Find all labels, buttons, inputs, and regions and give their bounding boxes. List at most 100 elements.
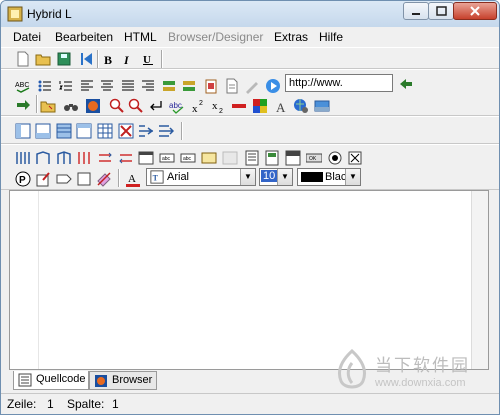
- font-color-select[interactable]: Black ▼: [297, 168, 361, 186]
- form-icon-2[interactable]: [35, 150, 51, 166]
- font-icon[interactable]: A: [273, 98, 289, 114]
- ok-button-icon[interactable]: OK: [306, 150, 322, 166]
- outdent-icon[interactable]: [181, 78, 197, 94]
- navigate-back-arrow-icon[interactable]: [398, 76, 414, 92]
- blank-field-icon[interactable]: [222, 150, 238, 166]
- menu-datei[interactable]: Datei: [13, 30, 41, 44]
- frame-bottom-icon[interactable]: [35, 123, 51, 139]
- pencil-icon[interactable]: [244, 78, 260, 94]
- font-color-icon[interactable]: A: [125, 171, 141, 187]
- delete-frame-icon[interactable]: [118, 123, 134, 139]
- menu-hilfe[interactable]: Hilfe: [319, 30, 343, 44]
- superscript-icon[interactable]: x2: [190, 98, 206, 114]
- horizontal-rule-icon[interactable]: [231, 98, 247, 114]
- menu-bearbeiten[interactable]: Bearbeiten: [55, 30, 113, 44]
- indent-icon[interactable]: [161, 78, 177, 94]
- svg-text:abc: abc: [183, 156, 192, 162]
- radio-button-icon[interactable]: [327, 150, 343, 166]
- insert-folder-icon[interactable]: [40, 98, 56, 114]
- textarea-icon[interactable]: [138, 150, 154, 166]
- tab-browser-label: Browser: [112, 374, 153, 386]
- paste-icon[interactable]: [203, 78, 219, 94]
- numbered-list-icon[interactable]: [58, 78, 74, 94]
- list-box-icon[interactable]: [244, 150, 260, 166]
- image-icon[interactable]: [314, 98, 330, 114]
- empty-box-icon[interactable]: [76, 171, 92, 187]
- abc-check-icon[interactable]: abc: [169, 98, 185, 114]
- frame-left-icon[interactable]: [15, 123, 31, 139]
- chevron-down-icon[interactable]: ▼: [240, 169, 255, 185]
- font-size-select[interactable]: 10 ▼: [259, 168, 293, 186]
- toolbar-file: B I U: [1, 47, 499, 69]
- color-palette-icon[interactable]: [252, 98, 268, 114]
- menu-html[interactable]: HTML: [124, 30, 157, 44]
- bold-icon[interactable]: B: [101, 51, 117, 67]
- subscript-icon[interactable]: x2: [210, 98, 226, 114]
- close-document-icon[interactable]: [78, 51, 94, 67]
- tab-quellcode[interactable]: Quellcode: [13, 371, 89, 390]
- tag-icon[interactable]: [56, 171, 72, 187]
- source-editor[interactable]: [9, 190, 489, 370]
- svg-text:x: x: [192, 103, 198, 114]
- maximize-button[interactable]: [428, 2, 454, 20]
- vertical-scrollbar[interactable]: [471, 191, 488, 369]
- form-icon-5[interactable]: [97, 150, 113, 166]
- zoom-in-icon[interactable]: [109, 98, 125, 114]
- tab-browser[interactable]: Browser: [89, 371, 157, 390]
- truetype-font-icon: T: [150, 170, 164, 184]
- split-frame-icon[interactable]: [138, 123, 154, 139]
- close-button[interactable]: [453, 2, 497, 20]
- binoculars-icon[interactable]: [63, 98, 79, 114]
- zoom-out-icon[interactable]: [128, 98, 144, 114]
- new-file-icon[interactable]: [15, 51, 31, 67]
- toolbar-separator: [161, 50, 163, 68]
- paragraph-icon[interactable]: P: [15, 171, 31, 187]
- form-icon-1[interactable]: [15, 150, 31, 166]
- form-icon-3[interactable]: [56, 150, 72, 166]
- underline-icon[interactable]: U: [140, 51, 156, 67]
- table-icon[interactable]: [97, 123, 113, 139]
- menu-extras[interactable]: Extras: [274, 30, 308, 44]
- image-field-icon[interactable]: [201, 150, 217, 166]
- font-name-select[interactable]: T Arial ▼: [146, 168, 256, 186]
- text-field-icon[interactable]: abc: [159, 150, 175, 166]
- merge-frame-icon[interactable]: [158, 123, 174, 139]
- dropdown-field-icon[interactable]: [285, 150, 301, 166]
- go-icon[interactable]: [265, 78, 281, 94]
- font-size-value: 10: [261, 170, 278, 182]
- app-icon: [7, 6, 23, 22]
- bullet-list-icon[interactable]: [37, 78, 53, 94]
- form-icon-6[interactable]: [118, 150, 134, 166]
- eraser-icon[interactable]: [96, 171, 112, 187]
- align-right-icon[interactable]: [140, 78, 156, 94]
- input-field-icon[interactable]: abc: [180, 150, 196, 166]
- align-justify-icon[interactable]: [120, 78, 136, 94]
- chevron-down-icon[interactable]: ▼: [277, 169, 292, 185]
- minimize-icon: [412, 13, 420, 15]
- web-link-icon[interactable]: [293, 98, 309, 114]
- chevron-down-icon[interactable]: ▼: [345, 169, 360, 185]
- svg-text:x: x: [212, 100, 218, 112]
- spellcheck-icon[interactable]: ABC: [15, 78, 31, 94]
- align-left-icon[interactable]: [79, 78, 95, 94]
- tab-quellcode-label: Quellcode: [36, 373, 86, 385]
- save-icon[interactable]: [56, 51, 72, 67]
- status-bar: Zeile: 1 Spalte: 1: [1, 393, 499, 414]
- frame-top-icon[interactable]: [76, 123, 92, 139]
- italic-icon[interactable]: I: [120, 51, 136, 67]
- menu-browser-designer[interactable]: Browser/Designer: [168, 30, 263, 44]
- select-icon[interactable]: [264, 150, 280, 166]
- line-break-icon[interactable]: [148, 98, 164, 114]
- insert-arrow-icon[interactable]: [15, 97, 31, 113]
- document-icon[interactable]: [224, 78, 240, 94]
- checkbox-icon[interactable]: [347, 150, 363, 166]
- form-icon-4[interactable]: [76, 150, 92, 166]
- globe-icon[interactable]: [85, 98, 101, 114]
- align-center-icon[interactable]: [99, 78, 115, 94]
- line-number-gutter: [10, 191, 39, 369]
- url-input[interactable]: [285, 74, 393, 92]
- edit-form-icon[interactable]: [35, 171, 51, 187]
- open-folder-icon[interactable]: [35, 51, 51, 67]
- frame-grid-icon[interactable]: [56, 123, 72, 139]
- minimize-button[interactable]: [403, 2, 429, 20]
